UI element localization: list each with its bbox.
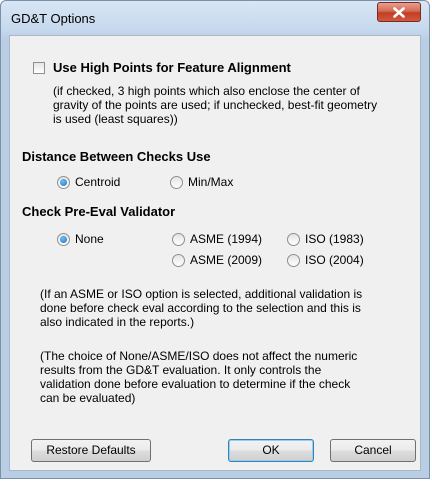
asme-2009-radio[interactable] <box>172 254 185 267</box>
high-points-description-line-3: is used (least squares)) <box>53 112 178 126</box>
validator-note-1-line-2: done before check eval according to the … <box>40 301 361 315</box>
high-points-checkbox[interactable] <box>33 62 45 74</box>
none-label[interactable]: None <box>75 232 104 246</box>
cancel-button[interactable]: Cancel <box>330 439 416 462</box>
validator-note-2-line-3: validation done before evaluation to det… <box>40 377 351 391</box>
centroid-label[interactable]: Centroid <box>75 175 120 189</box>
close-icon <box>393 6 405 18</box>
iso-1983-radio[interactable] <box>287 233 300 246</box>
validator-note-2-line-2: results from the GD&T evaluation. It onl… <box>40 363 322 377</box>
asme-2009-label[interactable]: ASME (2009) <box>190 253 262 267</box>
iso-2004-label[interactable]: ISO (2004) <box>305 253 364 267</box>
high-points-description-line-1: (if checked, 3 high points which also en… <box>53 84 360 98</box>
validator-note-2-line-1: (The choice of None/ASME/ISO does not af… <box>40 349 358 363</box>
iso-2004-radio[interactable] <box>287 254 300 267</box>
none-radio[interactable] <box>57 233 70 246</box>
validator-heading: Check Pre-Eval Validator <box>22 204 176 219</box>
close-button[interactable] <box>377 2 421 22</box>
dialog-body: Use High Points for Feature Alignment (i… <box>9 35 421 471</box>
min-max-radio[interactable] <box>170 176 183 189</box>
centroid-radio[interactable] <box>57 176 70 189</box>
validator-note-2-line-4: can be evaluated) <box>40 391 136 405</box>
high-points-label[interactable]: Use High Points for Feature Alignment <box>53 61 291 75</box>
distance-heading: Distance Between Checks Use <box>22 149 211 164</box>
validator-note-1-line-3: also indicated in the reports.) <box>40 315 195 329</box>
title-bar[interactable]: GD&T Options <box>1 1 429 35</box>
min-max-label[interactable]: Min/Max <box>188 175 233 189</box>
restore-defaults-button[interactable]: Restore Defaults <box>31 439 151 462</box>
gdt-options-dialog: GD&T Options Use High Points for Feature… <box>0 0 430 479</box>
high-points-description-line-2: gravity of the points are used; if unche… <box>53 98 378 112</box>
window-title: GD&T Options <box>11 11 96 26</box>
validator-note-1-line-1: (If an ASME or ISO option is selected, a… <box>40 287 363 301</box>
iso-1983-label[interactable]: ISO (1983) <box>305 232 364 246</box>
asme-1994-label[interactable]: ASME (1994) <box>190 232 262 246</box>
ok-button[interactable]: OK <box>228 439 314 462</box>
asme-1994-radio[interactable] <box>172 233 185 246</box>
